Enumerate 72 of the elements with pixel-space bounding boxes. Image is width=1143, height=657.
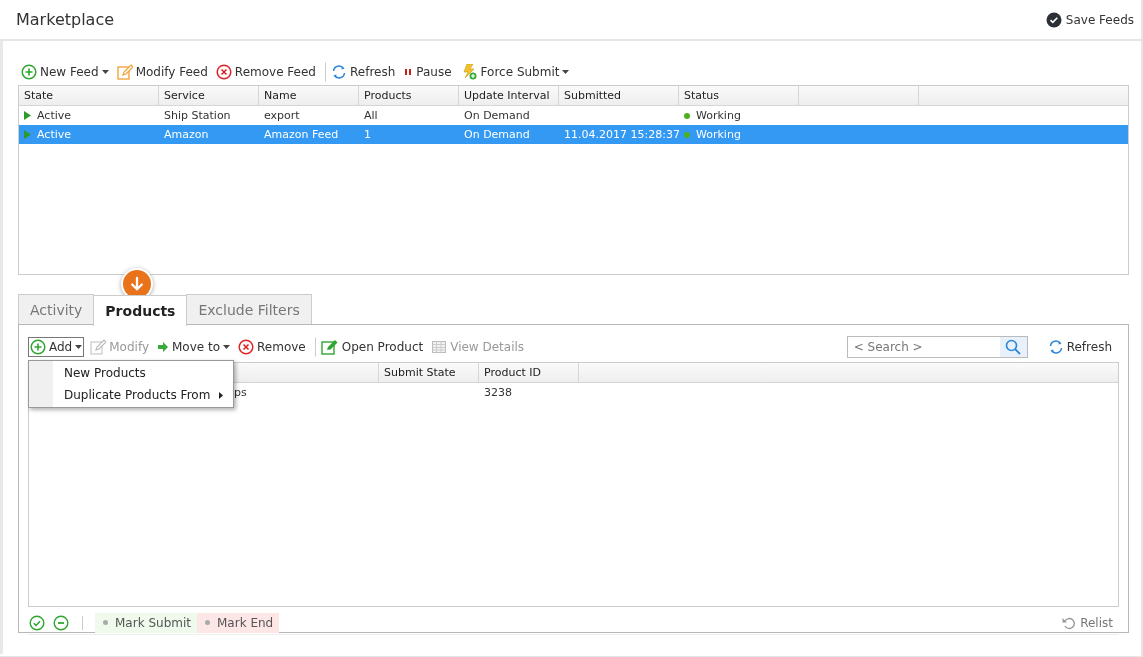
- check-circle-icon: [1045, 11, 1062, 28]
- x-circle-icon: [215, 64, 232, 80]
- toolbar-button[interactable]: Add: [28, 337, 85, 357]
- column-header[interactable]: Product ID: [479, 363, 579, 382]
- toolbar-button[interactable]: Open Product: [314, 337, 426, 357]
- table-cell: On Demand: [464, 128, 530, 141]
- table-cell: ps: [234, 386, 247, 399]
- tab[interactable]: Products: [93, 295, 188, 326]
- status-dot-icon: [684, 112, 690, 119]
- table-cell: Amazon Feed: [264, 128, 339, 141]
- pencil-icon: [320, 339, 339, 355]
- toolbar-button[interactable]: Remove Feed: [213, 62, 318, 82]
- column-header[interactable]: Submitted: [559, 86, 679, 105]
- table-cell: Active: [37, 109, 72, 122]
- toolbar-button[interactable]: Remove: [236, 337, 308, 357]
- minus-circle-button[interactable]: [52, 614, 70, 631]
- dot-icon: [103, 620, 108, 625]
- column-header[interactable]: Products: [359, 86, 459, 105]
- check-circle-button[interactable]: [28, 614, 46, 631]
- mark-button[interactable]: Mark Submit: [95, 612, 197, 633]
- play-icon: [24, 111, 31, 120]
- table-cell: Working: [696, 109, 741, 122]
- mark-button[interactable]: Mark End: [197, 612, 280, 633]
- pencil-icon: [116, 64, 133, 80]
- table-cell: Ship Station: [164, 109, 231, 122]
- check-circle-icon: [29, 614, 45, 631]
- status-dot-icon: [684, 131, 690, 138]
- page-title: Marketplace: [16, 10, 115, 29]
- table-cell: export: [264, 109, 300, 122]
- column-header[interactable]: Service: [159, 86, 259, 105]
- play-icon: [24, 130, 31, 139]
- save-button[interactable]: Save Feeds: [1043, 9, 1136, 30]
- plus-circle-icon: [30, 339, 46, 355]
- refresh-icon: [1047, 339, 1064, 355]
- caret-icon: [562, 70, 570, 74]
- refresh-button[interactable]: Refresh: [1045, 337, 1114, 357]
- minus-circle-icon: [53, 614, 69, 631]
- table-cell: Working: [696, 128, 741, 141]
- toolbar-button[interactable]: Modify Feed: [114, 62, 210, 82]
- toolbar-button[interactable]: New Feed: [19, 62, 111, 82]
- table-cell: Active: [37, 128, 72, 141]
- table-cell: All: [364, 109, 378, 122]
- toolbar-button[interactable]: Force Submit: [457, 62, 572, 82]
- toolbar-button[interactable]: Refresh: [325, 62, 398, 82]
- x-circle-icon: [238, 339, 255, 355]
- table-cell: 3238: [484, 386, 512, 399]
- table-row[interactable]: Active Ship Station export All On Demand Working: [19, 106, 1128, 125]
- column-header[interactable]: Status: [679, 86, 799, 105]
- table-cell: 1: [364, 128, 371, 141]
- plus-circle-icon: [21, 64, 37, 80]
- tab[interactable]: Activity: [18, 294, 95, 325]
- column-header[interactable]: Name: [259, 86, 359, 105]
- table-cell: 11.04.2017 15:28:37: [564, 128, 680, 141]
- refresh-icon: [331, 64, 347, 80]
- menu-item[interactable]: New Products: [29, 362, 233, 384]
- table-icon: [431, 339, 448, 355]
- submenu-arrow-icon: [219, 391, 223, 399]
- arrow-right-icon: [157, 339, 169, 355]
- column-header[interactable]: Submit State: [379, 363, 479, 382]
- caret-icon: [223, 345, 231, 349]
- caret-icon: [75, 345, 83, 349]
- menu-item[interactable]: Duplicate Products From: [29, 384, 233, 406]
- toolbar-button[interactable]: Pause: [401, 62, 454, 82]
- column-header[interactable]: State: [19, 86, 159, 105]
- dot-icon: [205, 620, 210, 625]
- table-cell: Amazon: [164, 128, 209, 141]
- column-header[interactable]: Update Interval: [459, 86, 559, 105]
- pencil-icon: [90, 339, 107, 355]
- tab[interactable]: Exclude Filters: [186, 294, 312, 325]
- caret-icon: [101, 70, 109, 74]
- table-cell: On Demand: [464, 109, 530, 122]
- toolbar-button[interactable]: Move to: [155, 337, 233, 357]
